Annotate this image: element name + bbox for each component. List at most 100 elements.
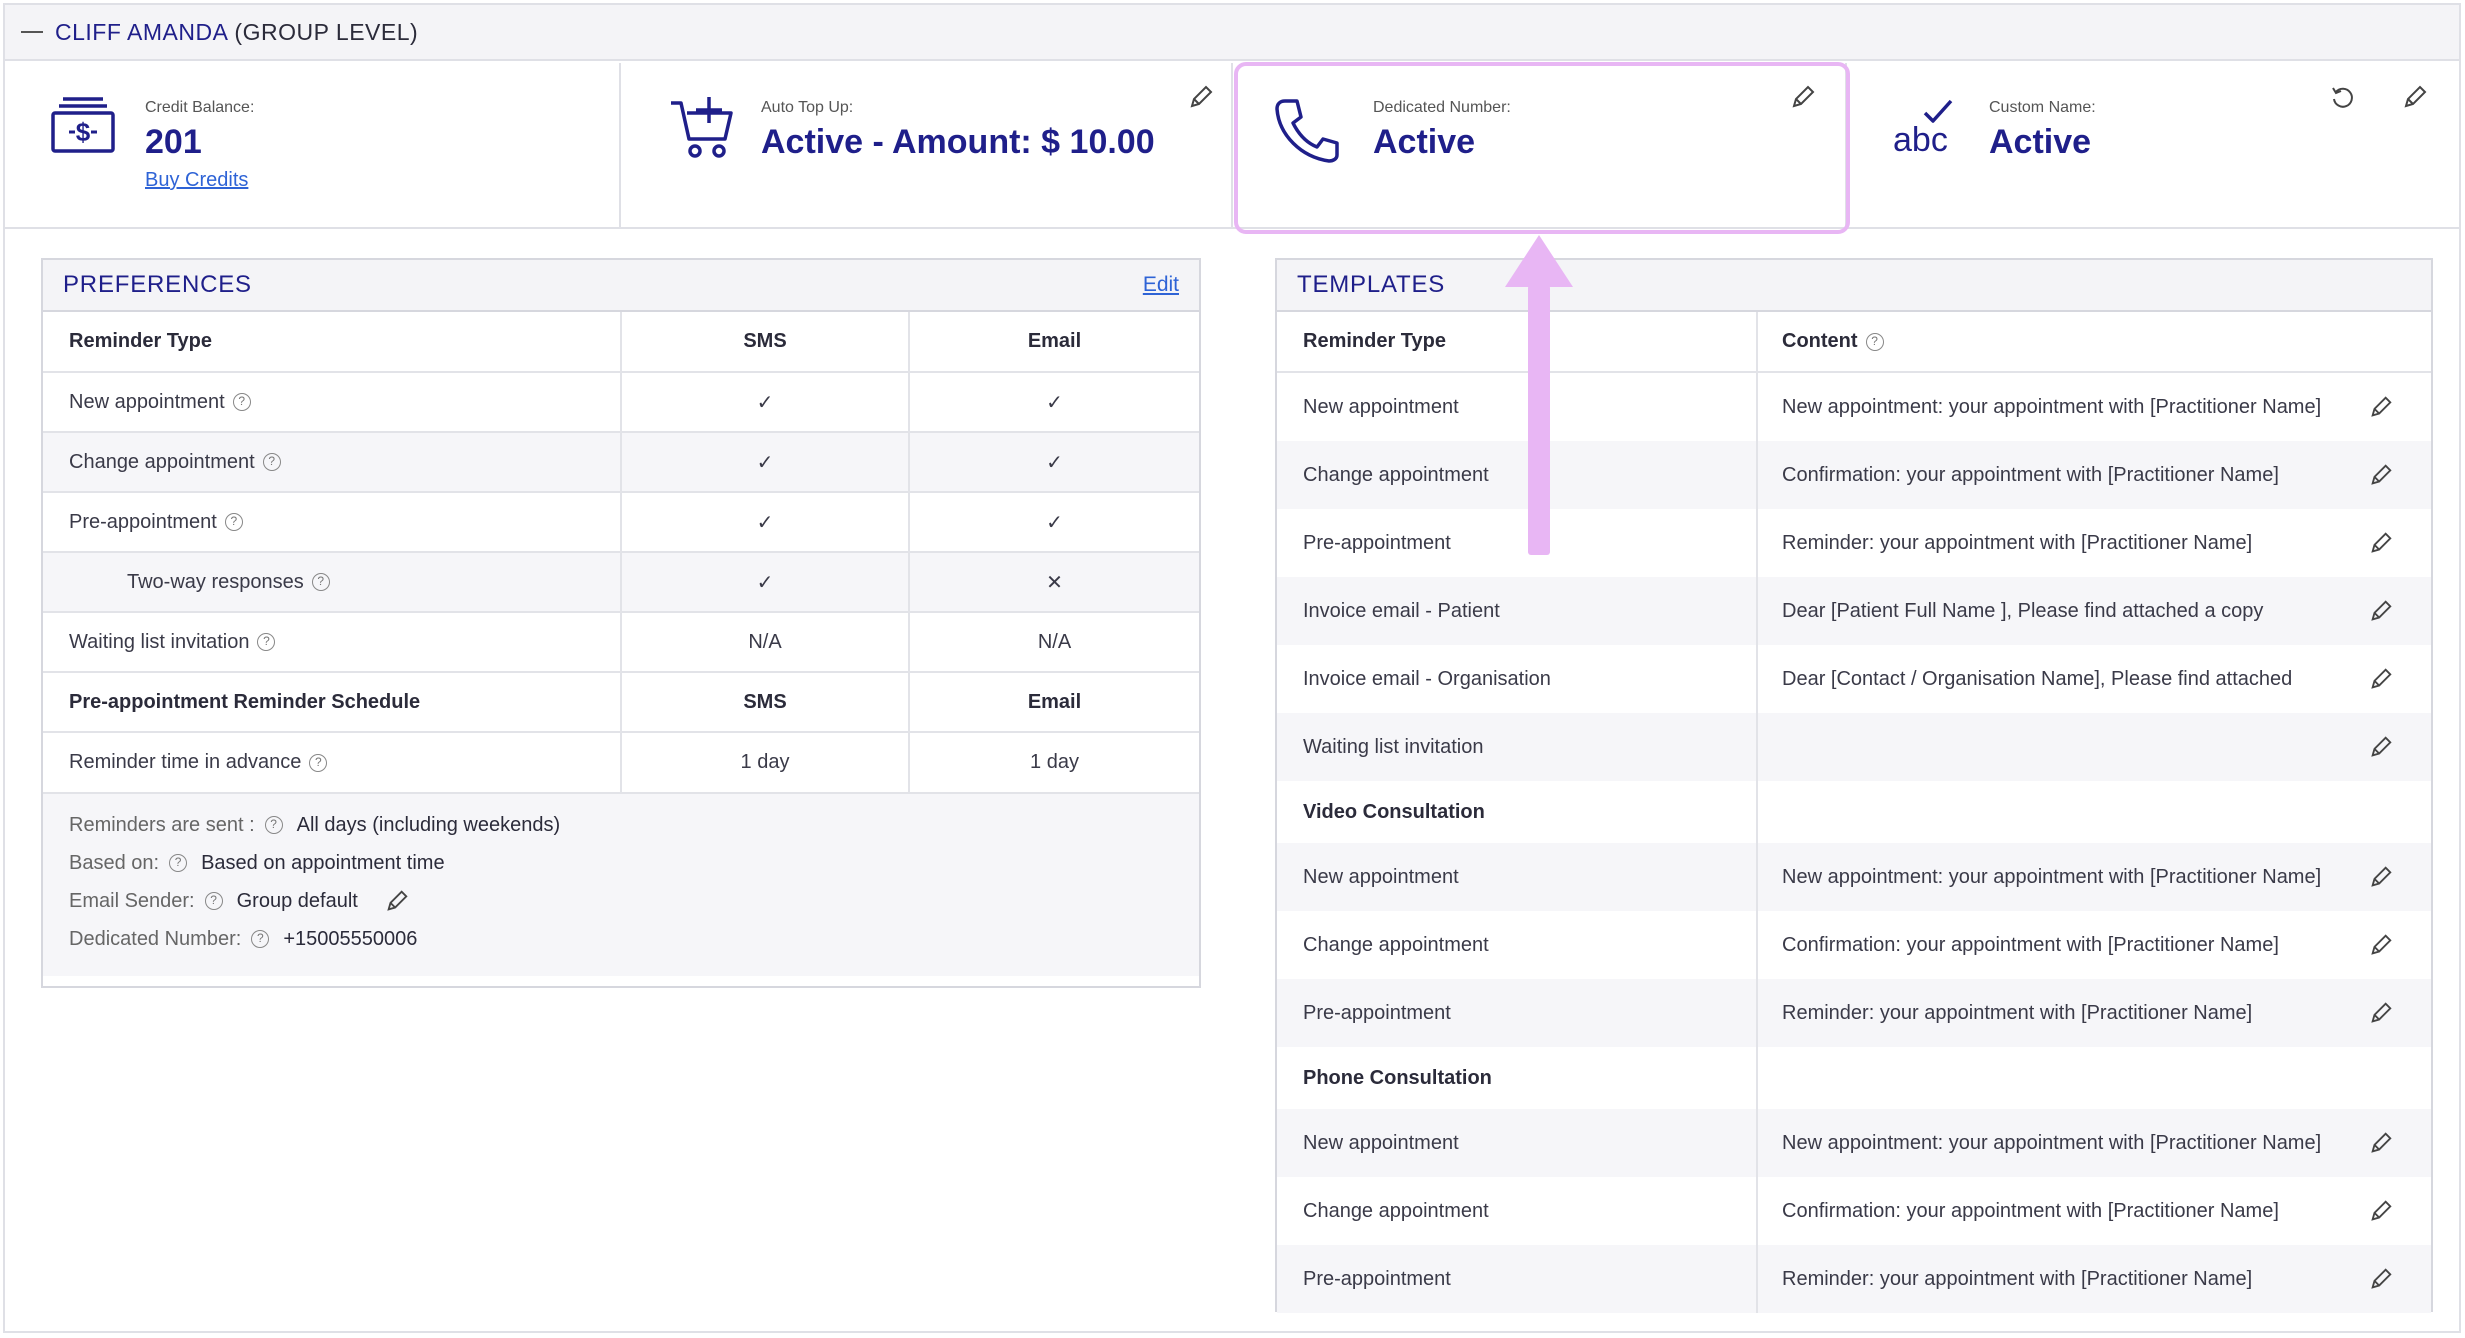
template-type: Invoice email - Patient — [1277, 577, 1757, 645]
template-type: Invoice email - Organisation — [1303, 667, 1551, 690]
row-label: Reminder time in advance? — [43, 732, 621, 792]
row-label-text: Reminder time in advance — [69, 751, 302, 773]
help-icon[interactable]: ? — [232, 393, 251, 412]
template-type: Waiting list invitation — [1277, 713, 1757, 781]
row-label-text: Pre-appointment — [69, 510, 217, 533]
based-on-row: Based on: ? Based on appointment time — [69, 844, 1173, 882]
preferences-edit-link[interactable]: Edit — [1143, 273, 1179, 297]
email-cell: ✕ — [908, 552, 1199, 613]
sms-cell: N/A — [620, 612, 909, 673]
template-content-cell: Reminder: your appointment with [Practit… — [1756, 979, 2431, 1047]
highlight-box — [1234, 62, 1850, 234]
preferences-panel: PREFERENCES Edit Reminder Type SMS Email… — [41, 258, 1201, 988]
edit-pencil-icon[interactable] — [2368, 530, 2394, 556]
template-content-cell: Dear [Contact / Organisation Name], Plea… — [1756, 645, 2431, 713]
template-content: New appointment: your appointment with [… — [1782, 865, 2322, 888]
section-spacer — [1756, 781, 2431, 843]
table-row: Invoice email - Patient Dear [Patient Ful… — [1277, 577, 2431, 645]
edit-pencil-icon[interactable] — [2368, 598, 2394, 624]
help-icon[interactable]: ? — [1865, 332, 1884, 351]
row-label: Pre-appointment? — [43, 492, 621, 553]
help-icon[interactable]: ? — [224, 513, 243, 532]
email-sender-label: Email Sender: — [69, 889, 195, 912]
help-icon[interactable]: ? — [257, 633, 276, 652]
sms-cell: ✓ — [620, 492, 909, 553]
edit-pencil-icon[interactable] — [2368, 1000, 2394, 1026]
column-header: Pre-appointment Reminder Schedule — [43, 672, 621, 733]
help-icon[interactable]: ? — [251, 930, 270, 948]
table-row: Pre-appointment Reminder: your appointmen… — [1277, 509, 2431, 577]
email-sender-row: Email Sender: ? Group default — [69, 882, 1173, 920]
sms-cell: 1 day — [620, 732, 909, 792]
reminders-sent-label: Reminders are sent : — [69, 813, 255, 836]
section-row: Video Consultation — [1277, 781, 2431, 843]
edit-pencil-icon[interactable] — [2368, 1198, 2394, 1224]
auto-top-up-label: Auto Top Up: — [761, 99, 854, 116]
template-content: Reminder: your appointment with [Practit… — [1782, 531, 2253, 554]
row-label: Two-way responses? — [43, 552, 621, 613]
templates-table: Reminder Type Content? — [1277, 312, 2431, 373]
credit-balance-label: Credit Balance: — [145, 99, 255, 116]
help-icon[interactable]: ? — [309, 753, 328, 772]
edit-pencil-icon[interactable] — [2368, 734, 2394, 760]
edit-pencil-icon[interactable] — [2401, 83, 2429, 111]
reset-icon[interactable] — [2329, 83, 2357, 111]
collapse-icon[interactable] — [21, 31, 43, 33]
help-icon[interactable]: ? — [169, 854, 188, 872]
row-label-text: Two-way responses — [127, 570, 304, 593]
table-row: New appointment New appointment: your app… — [1277, 373, 2431, 441]
help-icon[interactable]: ? — [204, 892, 223, 910]
group-name: CLIFF AMANDA — [55, 18, 229, 45]
edit-pencil-icon[interactable] — [2368, 1130, 2394, 1156]
template-content: Confirmation: your appointment with [Pra… — [1782, 933, 2279, 956]
column-header: Content? — [1756, 312, 2431, 373]
table-header-row: Reminder Type Content? — [1277, 312, 2431, 373]
edit-pencil-icon[interactable] — [2368, 394, 2394, 420]
email-cell: N/A — [908, 612, 1199, 673]
template-content: Reminder: your appointment with [Practit… — [1782, 1267, 2253, 1290]
column-header: SMS — [620, 672, 909, 733]
template-content-cell — [1756, 713, 2431, 781]
dedicated-number-row: Dedicated Number: ? +15005550006 — [69, 920, 1173, 958]
buy-credits-link[interactable]: Buy Credits — [145, 169, 248, 192]
templates-header: TEMPLATES — [1277, 260, 2431, 312]
template-content-cell: Confirmation: your appointment with [Pra… — [1756, 911, 2431, 979]
template-type: Change appointment — [1303, 1199, 1489, 1222]
table-row: Invoice email - Organisation Dear [Contac… — [1277, 645, 2431, 713]
template-type: Pre-appointment — [1277, 1245, 1757, 1313]
svg-text:abc: abc — [1893, 121, 1948, 159]
row-label: New appointment? — [43, 372, 621, 433]
row-label-text: New appointment — [69, 390, 225, 413]
edit-pencil-icon[interactable] — [2368, 932, 2394, 958]
edit-pencil-icon[interactable] — [384, 888, 410, 914]
help-icon[interactable]: ? — [264, 816, 283, 834]
help-icon[interactable]: ? — [311, 573, 330, 592]
edit-pencil-icon[interactable] — [2368, 1266, 2394, 1292]
template-content-cell: New appointment: your appointment with [… — [1756, 1109, 2431, 1177]
schedule-header-row: Pre-appointment Reminder Schedule SMS Em… — [43, 672, 1199, 733]
credit-balance-card: $ Credit Balance: 201 Buy Credits — [5, 63, 621, 229]
edit-pencil-icon[interactable] — [2368, 666, 2394, 692]
table-row: Two-way responses? ✓ ✕ — [43, 552, 1199, 613]
row-label-text: Waiting list invitation — [69, 630, 250, 653]
edit-pencil-icon[interactable] — [1187, 83, 1215, 111]
based-on-value: Based on appointment time — [201, 851, 445, 874]
preferences-title: PREFERENCES — [63, 271, 252, 298]
edit-pencil-icon[interactable] — [2368, 864, 2394, 890]
preferences-table: Reminder Type SMS Email New appointment?… — [43, 312, 1199, 792]
preferences-header: PREFERENCES Edit — [43, 260, 1199, 312]
template-content: New appointment: your appointment with [… — [1782, 395, 2322, 418]
column-header: Email — [908, 672, 1199, 733]
auto-top-up-card: Auto Top Up: Active - Amount: $ 10.00 — [621, 63, 1233, 229]
custom-name-card: abc Custom Name: Active — [1847, 63, 2463, 229]
group-header[interactable]: CLIFF AMANDA (GROUP LEVEL) — [5, 5, 2459, 61]
help-icon[interactable]: ? — [262, 453, 281, 472]
templates-title: TEMPLATES — [1297, 271, 1446, 298]
column-header: SMS — [620, 312, 909, 373]
email-cell: ✓ — [908, 492, 1199, 553]
edit-pencil-icon[interactable] — [2368, 462, 2394, 488]
table-row: Waiting list invitation? N/A N/A — [43, 612, 1199, 673]
row-label: Waiting list invitation? — [43, 612, 621, 673]
template-content: Dear [Patient Full Name ], Please find a… — [1782, 599, 2264, 622]
section-spacer — [1756, 1047, 2431, 1109]
